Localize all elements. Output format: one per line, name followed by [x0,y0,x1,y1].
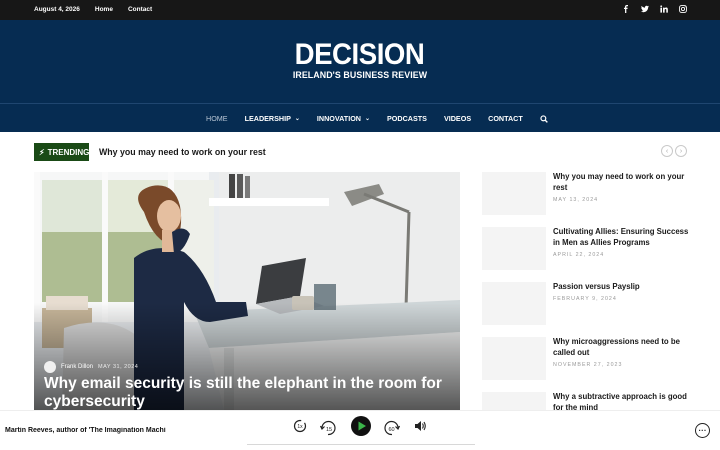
forward-label: 60 [388,427,394,433]
nav-item-contact[interactable]: CONTACT [488,114,523,123]
playback-speed-button[interactable]: 1x [293,419,307,433]
nav-item-podcasts[interactable]: PODCASTS [387,114,427,123]
next-arrow-icon[interactable]: › [675,145,687,157]
facebook-icon[interactable] [622,4,630,15]
article-thumbnail[interactable] [482,172,546,215]
article-meta: Frank Dillon MAY 31, 2024 [44,361,138,373]
nav-item-leadership[interactable]: LEADERSHIP ⌄ [245,114,300,123]
volume-icon [415,421,426,431]
lightning-icon: ⚡︎ [39,147,45,157]
forward-button[interactable]: 60 [382,417,402,437]
author-name[interactable]: Frank Dillon [61,364,93,370]
main-nav: HOME LEADERSHIP ⌄ INNOVATION ⌄ PODCASTS VI… [0,103,720,132]
featured-title[interactable]: Why email security is still the elephant… [44,375,444,410]
logo-tagline: IRELAND'S BUSINESS REVIEW [292,70,428,80]
top-link-contact[interactable]: Contact [128,6,152,13]
instagram-icon[interactable] [679,4,687,15]
current-date: August 4, 2026 [34,6,80,13]
nav-label: HOME [206,114,228,123]
article-title[interactable]: Cultivating Allies: Ensuring Success in … [553,227,689,248]
trending-headline[interactable]: Why you may need to work on your rest [99,147,266,157]
twitter-icon[interactable] [641,4,649,15]
article-date: MAY 13, 2024 [553,197,599,203]
episode-title: Martin Reeves, author of 'The Imaginatio… [5,427,166,434]
nav-label: INNOVATION [316,114,361,123]
nav-item-videos[interactable]: VIDEOS [444,114,471,123]
progress-bar[interactable] [247,444,475,445]
top-link-home[interactable]: Home [95,6,113,13]
top-bar: August 4, 2026 Home Contact [0,0,720,20]
trending-badge: ⚡︎ TRENDING [34,143,89,161]
speed-icon: 1x [293,419,307,433]
trending-arrows: ‹ › [661,145,687,157]
article-thumbnail[interactable] [482,282,546,325]
site-header: DECISION IRELAND'S BUSINESS REVIEW [0,20,720,103]
nav-item-home[interactable]: HOME [206,114,228,123]
article-title[interactable]: Why microaggressions need to be called o… [553,337,689,358]
audio-player: Martin Reeves, author of 'The Imaginatio… [0,410,720,450]
article-date: NOVEMBER 27, 2023 [553,362,623,368]
speed-label: 1x [297,424,303,430]
logo-wordmark: DECISION [295,38,425,71]
article-date: FEBRUARY 9, 2024 [553,296,617,302]
nav-label: LEADERSHIP [244,114,291,123]
more-options-button[interactable]: ··· [695,423,710,438]
rewind-label: 15 [326,427,332,433]
featured-article[interactable]: Frank Dillon MAY 31, 2024 Why email secu… [34,172,460,410]
linkedin-icon[interactable] [660,4,668,15]
chevron-down-icon: ⌄ [294,116,300,122]
nav-label: PODCASTS [387,114,427,123]
trending-label: TRENDING [47,147,90,157]
search-icon [540,114,548,123]
rewind-button[interactable]: 15 [318,417,338,437]
play-button[interactable] [350,415,372,437]
play-icon [351,416,371,436]
volume-button[interactable] [413,419,427,433]
author-avatar [44,361,56,373]
forward-icon: 60 [384,420,401,436]
nav-label: CONTACT [488,114,523,123]
article-thumbnail[interactable] [482,337,546,380]
rewind-icon: 15 [319,420,336,436]
article-title[interactable]: Passion versus Payslip [553,282,689,293]
article-title[interactable]: Why you may need to work on your rest [553,172,689,193]
nav-label: VIDEOS [443,114,472,123]
site-logo[interactable]: DECISION IRELAND'S BUSINESS REVIEW [0,38,720,81]
article-date: MAY 31, 2024 [98,364,139,370]
article-thumbnail[interactable] [482,227,546,270]
chevron-down-icon: ⌄ [364,116,371,122]
more-icon: ··· [698,425,707,435]
nav-item-innovation[interactable]: INNOVATION ⌄ [317,114,370,123]
search-button[interactable] [540,114,548,123]
article-date: APRIL 22, 2024 [553,252,605,258]
prev-arrow-icon[interactable]: ‹ [661,145,673,157]
